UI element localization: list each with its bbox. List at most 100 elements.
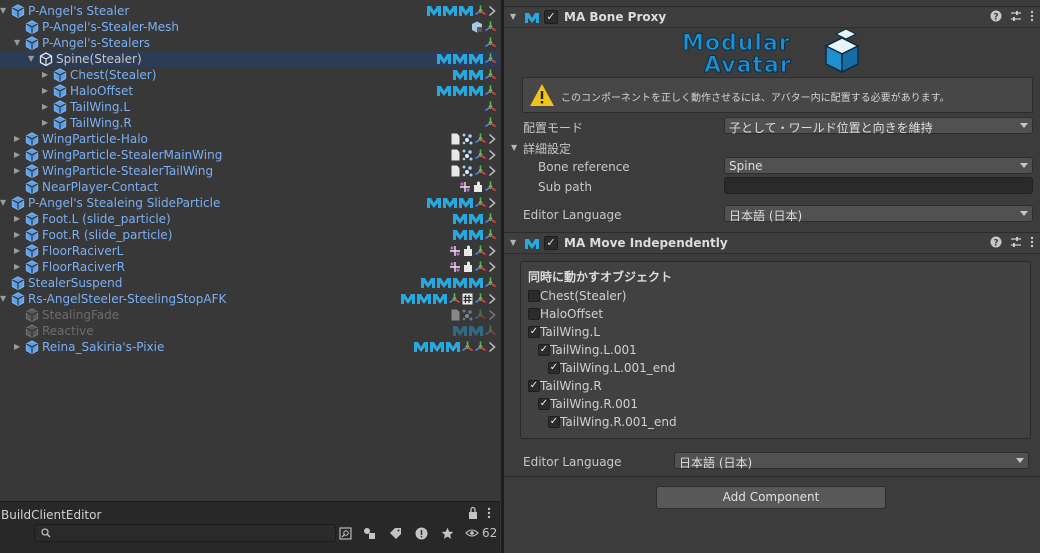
hierarchy-row[interactable]: ▶ WingParticle-StealerMainWing bbox=[0, 147, 500, 163]
hierarchy-row[interactable]: ▶ WingParticle-StealerTailWing bbox=[0, 163, 500, 179]
expand-arrow-right-icon[interactable]: ▶ bbox=[14, 339, 24, 355]
placement-mode-dropdown[interactable]: 子として・ワールド位置と向きを維持 bbox=[724, 117, 1033, 135]
kebab-menu-icon[interactable] bbox=[1030, 236, 1034, 248]
preset-icon[interactable] bbox=[1010, 10, 1022, 22]
hierarchy-row[interactable]: ▼ P-Angel's-Stealers bbox=[0, 35, 500, 51]
chevron-right-icon bbox=[488, 309, 496, 321]
advanced-foldout-arrow-icon[interactable]: ▼ bbox=[511, 143, 517, 152]
object-checkbox[interactable]: ✓ bbox=[538, 398, 550, 410]
transform-gizmo-icon bbox=[475, 293, 486, 304]
search-input[interactable] bbox=[34, 524, 336, 542]
hierarchy-row[interactable]: ▶ TailWing.L bbox=[0, 99, 500, 115]
hierarchy-row[interactable]: P-Angel's-Stealer-Mesh bbox=[0, 19, 500, 35]
object-checkbox[interactable]: ✓ bbox=[528, 326, 540, 338]
hierarchy-row[interactable]: StealingFade bbox=[0, 307, 500, 323]
hierarchy-row[interactable]: ▶ TailWing.R bbox=[0, 115, 500, 131]
document-icon bbox=[451, 133, 460, 145]
expand-arrow-right-icon[interactable]: ▶ bbox=[42, 99, 52, 115]
hierarchy-row[interactable]: ▶ Foot.L (slide_particle) bbox=[0, 211, 500, 227]
modular-avatar-icon bbox=[453, 86, 467, 96]
gameobject-cube-icon bbox=[11, 196, 25, 210]
object-checkbox[interactable] bbox=[528, 308, 540, 320]
component-icons bbox=[449, 259, 496, 275]
help-icon[interactable]: ? bbox=[990, 236, 1002, 248]
hierarchy-row[interactable]: ▼ Spine(Stealer) bbox=[0, 51, 500, 67]
object-checkbox[interactable]: ✓ bbox=[548, 416, 560, 428]
hierarchy-row[interactable]: StealerSuspend bbox=[0, 275, 500, 291]
expand-arrow-down-icon[interactable]: ▼ bbox=[14, 35, 24, 51]
expand-arrow-down-icon[interactable]: ▼ bbox=[0, 291, 10, 307]
editor-language-dropdown[interactable]: 日本語 (日本) bbox=[674, 452, 1029, 470]
add-component-button[interactable]: Add Component bbox=[656, 486, 886, 509]
filter-label-button[interactable] bbox=[384, 524, 406, 542]
log-types-button[interactable] bbox=[410, 524, 432, 542]
help-icon[interactable]: ? bbox=[990, 10, 1002, 22]
object-checkbox[interactable] bbox=[528, 290, 540, 302]
skinned-mesh-icon bbox=[472, 21, 482, 33]
expand-arrow-right-icon[interactable]: ▶ bbox=[14, 259, 24, 275]
object-checkbox[interactable]: ✓ bbox=[528, 380, 540, 392]
component-enabled-checkbox[interactable]: ✓ bbox=[544, 236, 558, 250]
expand-arrow-right-icon[interactable]: ▶ bbox=[14, 243, 24, 259]
expand-arrow-down-icon[interactable]: ▼ bbox=[0, 195, 10, 211]
expand-arrow-down-icon[interactable]: ▼ bbox=[28, 51, 38, 67]
hierarchy-label: WingParticle-Halo bbox=[42, 132, 148, 146]
foldout-arrow-icon[interactable]: ▼ bbox=[510, 12, 516, 21]
hierarchy-row[interactable]: ▼ P-Angel's Stealeing SlideParticle bbox=[0, 195, 500, 211]
objects-to-move-group: 同時に動かすオブジェクト Chest(Stealer) HaloOffset ✓ Ta… bbox=[520, 261, 1031, 439]
filter-type-button[interactable] bbox=[358, 524, 380, 542]
modular-avatar-icon bbox=[427, 6, 441, 16]
hierarchy-row[interactable]: ▶ HaloOffset bbox=[0, 83, 500, 99]
modular-avatar-icon bbox=[433, 294, 447, 304]
expand-arrow-down-icon[interactable]: ▼ bbox=[0, 3, 10, 19]
hierarchy-row[interactable]: NearPlayer-Contact bbox=[0, 179, 500, 195]
hierarchy-row[interactable]: ▶ FloorRaciverR bbox=[0, 259, 500, 275]
bone-reference-field[interactable]: Spine bbox=[724, 157, 1033, 174]
hierarchy-row[interactable]: ▶ FloorRaciverL bbox=[0, 243, 500, 259]
component-enabled-checkbox[interactable]: ✓ bbox=[544, 10, 558, 24]
expand-arrow-right-icon[interactable]: ▶ bbox=[42, 83, 52, 99]
object-label: TailWing.R bbox=[540, 379, 602, 393]
sub-path-input[interactable] bbox=[724, 177, 1033, 194]
kebab-menu-icon[interactable] bbox=[1030, 10, 1034, 22]
hierarchy-row[interactable]: Reactive bbox=[0, 323, 500, 339]
hierarchy-label: FloorRaciverR bbox=[42, 260, 125, 274]
foldout-arrow-icon[interactable]: ▼ bbox=[510, 238, 516, 247]
modular-avatar-icon bbox=[469, 214, 483, 224]
favorites-button[interactable] bbox=[436, 524, 458, 542]
object-checkbox[interactable]: ✓ bbox=[548, 362, 560, 374]
puzzle-icon bbox=[464, 245, 472, 256]
expand-arrow-right-icon[interactable]: ▶ bbox=[14, 227, 24, 243]
expand-arrow-right-icon[interactable]: ▶ bbox=[14, 163, 24, 179]
search-scene-button[interactable] bbox=[334, 524, 356, 542]
expand-arrow-right-icon[interactable]: ▶ bbox=[14, 211, 24, 227]
hierarchy-row[interactable]: ▶ Reina_Sakiria's-Pixie bbox=[0, 339, 500, 355]
editor-language-label: Editor Language bbox=[523, 455, 622, 469]
object-checkbox[interactable]: ✓ bbox=[538, 344, 550, 356]
editor-language-label: Editor Language bbox=[523, 208, 622, 222]
gameobject-cube-icon bbox=[11, 276, 25, 290]
kebab-menu-icon[interactable] bbox=[486, 506, 492, 520]
editor-language-dropdown[interactable]: 日本語 (日本) bbox=[724, 205, 1033, 223]
expand-arrow-right-icon[interactable]: ▶ bbox=[14, 131, 24, 147]
expand-arrow-right-icon[interactable]: ▶ bbox=[42, 115, 52, 131]
component-header-move-independently[interactable]: ▼ ✓ MA Move Independently ? bbox=[504, 232, 1040, 254]
hierarchy-row[interactable]: ▼ Rs-AngelSteeler-SteelingStopAFK bbox=[0, 291, 500, 307]
hidden-toggle-button[interactable] bbox=[462, 524, 482, 542]
document-icon bbox=[451, 165, 460, 177]
hierarchy-row[interactable]: ▶ Foot.R (slide_particle) bbox=[0, 227, 500, 243]
preset-icon[interactable] bbox=[1010, 236, 1022, 248]
component-header-bone-proxy[interactable]: ▼ ✓ MA Bone Proxy ? bbox=[504, 6, 1040, 28]
hierarchy-row[interactable]: ▼ P-Angel's Stealer bbox=[0, 3, 500, 19]
advanced-settings-foldout[interactable]: 詳細設定 bbox=[523, 140, 571, 157]
hierarchy-label: HaloOffset bbox=[70, 84, 134, 98]
component-title: MA Bone Proxy bbox=[564, 10, 667, 24]
expand-arrow-right-icon[interactable]: ▶ bbox=[14, 147, 24, 163]
hierarchy-row[interactable]: ▶ WingParticle-Halo bbox=[0, 131, 500, 147]
modular-avatar-icon bbox=[453, 54, 467, 64]
puzzle-icon bbox=[464, 261, 472, 272]
expand-arrow-right-icon[interactable]: ▶ bbox=[42, 67, 52, 83]
hierarchy-row[interactable]: ▶ Chest(Stealer) bbox=[0, 67, 500, 83]
lock-icon[interactable] bbox=[468, 506, 478, 520]
svg-text:?: ? bbox=[993, 13, 998, 23]
